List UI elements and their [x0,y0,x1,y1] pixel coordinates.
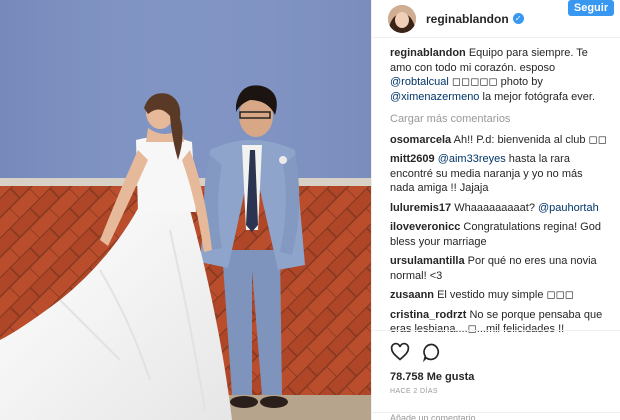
comment-row: mitt2609 @aim33reyes hasta la rara encon… [390,152,610,196]
comment-text: Whaaaaaaaaat? [454,201,538,214]
follow-button[interactable]: Seguir [568,0,614,16]
comment-row: luluremis17 Whaaaaaaaaat? @pauhortah [390,201,610,216]
caption-mention[interactable]: @ximenazermeno [390,91,479,103]
post-username[interactable]: reginablandon [426,12,509,26]
caption-text: la mejor fotógrafa ever. [479,90,595,103]
comment-bubble-icon[interactable] [422,342,442,363]
post-timestamp: HACE 2 DÍAS [390,388,438,395]
comment-row: osomarcela Ah!! P.d: bienvenida al club … [390,133,610,148]
comment-row: iloveveronicc Congratulations regina! Go… [390,220,610,249]
comment-text: El vestido muy simple ◻◻◻ [437,289,574,301]
comments-list: reginablandon Equipo para siempre. Te am… [372,38,620,337]
avatar[interactable] [388,4,416,33]
likes-count[interactable]: 78.758 Me gusta [390,371,620,383]
post-photo[interactable] [0,0,371,420]
wedding-photo-image [0,0,371,420]
comment-username[interactable]: osomarcela [390,134,451,146]
post-caption: reginablandon Equipo para siempre. Te am… [390,46,610,104]
comment-rows: osomarcela Ah!! P.d: bienvenida al club … [390,133,610,337]
caption-mention[interactable]: @robtalcual [390,76,449,88]
comment-bubble-icon-graphic [422,343,440,363]
comment-mention[interactable]: @aim33reyes [438,153,506,165]
comment-username[interactable]: iloveveronicc [390,221,460,233]
heart-icon[interactable] [390,342,410,362]
comment-text: Ah!! P.d: bienvenida al club ◻◻ [453,133,607,146]
comment-username[interactable]: cristina_rodrzt [390,309,466,321]
heart-icon-graphic [390,342,410,361]
caption-username[interactable]: reginablandon [390,47,466,59]
add-comment-input[interactable]: Añade un comentario... [372,412,620,420]
avatar-image [388,4,416,33]
comment-row: ursulamantilla Por qué no eres una novia… [390,254,610,283]
comment-row: zusaann El vestido muy simple ◻◻◻ [390,288,610,303]
post-actions: 78.758 Me gusta HACE 2 DÍAS [372,330,620,395]
post-details-panel: reginablandon ✓ Seguir reginablandon Equ… [371,0,620,420]
post-header: reginablandon ✓ Seguir [372,0,620,38]
instagram-post: reginablandon ✓ Seguir reginablandon Equ… [0,0,620,420]
comment-mention[interactable]: @pauhortah [538,202,599,214]
action-icons [390,341,620,363]
caption-text: ◻◻◻◻◻ photo by [448,76,543,88]
comment-username[interactable]: zusaann [390,289,434,301]
comment-username[interactable]: ursulamantilla [390,255,465,267]
load-more-comments-link[interactable]: Cargar más comentarios [390,112,610,127]
comment-username[interactable]: mitt2609 [390,153,435,165]
verified-badge-icon: ✓ [512,13,524,24]
comment-username[interactable]: luluremis17 [390,202,451,214]
